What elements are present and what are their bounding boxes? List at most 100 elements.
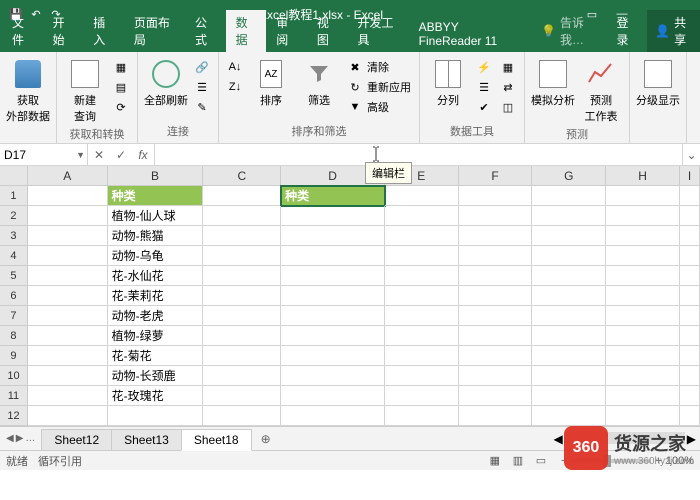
sort-desc-button[interactable]: Z↓ [225,78,245,96]
cell[interactable] [281,366,385,386]
cell[interactable] [459,326,533,346]
tab-data[interactable]: 数据 [226,10,267,52]
tab-home[interactable]: 开始 [43,10,84,52]
tab-insert[interactable]: 插入 [83,10,124,52]
cell[interactable]: 花-菊花 [108,346,204,366]
cell[interactable] [680,206,700,226]
cell[interactable]: 种类 [281,186,385,206]
cell[interactable] [385,226,459,246]
hscroll-track[interactable] [565,432,685,444]
remove-dup-button[interactable]: ☰ [474,78,494,96]
cell[interactable] [680,346,700,366]
reapply-button[interactable]: ↻重新应用 [345,78,413,96]
cell[interactable] [532,366,606,386]
cell[interactable] [28,246,108,266]
cell[interactable] [385,286,459,306]
cell[interactable] [203,326,281,346]
cell[interactable] [532,306,606,326]
share-button[interactable]: 👤共享 [647,10,700,52]
cell[interactable] [606,286,680,306]
cell[interactable] [532,206,606,226]
outline-button[interactable]: 分级显示 [636,58,680,108]
hscroll-left[interactable]: ◀ [554,432,563,446]
cell[interactable] [532,286,606,306]
row-header[interactable]: 1 [0,186,28,206]
cell[interactable] [203,246,281,266]
cell[interactable] [281,346,385,366]
col-header[interactable]: B [108,166,204,185]
cell[interactable] [459,286,533,306]
cell[interactable] [385,346,459,366]
cell[interactable] [385,326,459,346]
refresh-all-button[interactable]: 全部刷新 [144,58,188,108]
advanced-filter-button[interactable]: ▼高级 [345,98,413,116]
cell[interactable] [680,386,700,406]
recent-sources-button[interactable]: ⟳ [111,98,131,116]
cell[interactable] [28,386,108,406]
formula-input[interactable]: 编辑栏 [155,144,682,165]
cell[interactable] [28,346,108,366]
sort-button[interactable]: AZ 排序 [249,58,293,108]
cell[interactable] [680,366,700,386]
relations-button[interactable]: ⇄ [498,78,518,96]
new-query-button[interactable]: 新建 查询 [63,58,107,124]
login[interactable]: 登录 [607,10,648,52]
cell[interactable] [203,186,281,206]
row-header[interactable]: 10 [0,366,28,386]
cell[interactable] [281,306,385,326]
zoom-out-icon[interactable]: − [561,455,567,467]
select-all-corner[interactable] [0,166,28,185]
cell[interactable] [203,266,281,286]
cell[interactable] [385,246,459,266]
cell[interactable] [28,306,108,326]
cell[interactable] [459,306,533,326]
col-header[interactable]: I [680,166,700,185]
manage-model-button[interactable]: ◫ [498,98,518,116]
page-layout-icon[interactable]: ▥ [508,454,528,467]
cell[interactable] [459,386,533,406]
zoom-in-icon[interactable]: + [655,455,661,467]
cell[interactable] [28,326,108,346]
cell[interactable] [281,226,385,246]
cell[interactable] [680,306,700,326]
cell[interactable] [532,226,606,246]
data-valid-button[interactable]: ✔ [474,98,494,116]
cell[interactable] [459,206,533,226]
cell[interactable] [28,366,108,386]
tab-view[interactable]: 视图 [307,10,348,52]
cell[interactable] [108,406,204,426]
cell[interactable] [532,406,606,426]
sheet-nav-prev[interactable]: ◀ [6,433,14,444]
whatif-button[interactable]: 模拟分析 [531,58,575,108]
cell[interactable] [281,406,385,426]
cell[interactable] [281,246,385,266]
cell[interactable] [606,326,680,346]
cell[interactable] [680,246,700,266]
tell-me[interactable]: 💡告诉我… [533,10,606,52]
tab-file[interactable]: 文件 [2,10,43,52]
sheet-tab[interactable]: Sheet18 [181,429,252,451]
row-header[interactable]: 7 [0,306,28,326]
cell[interactable] [28,226,108,246]
cancel-icon[interactable]: ✕ [88,148,110,162]
cell[interactable] [203,386,281,406]
cell[interactable] [203,346,281,366]
name-box[interactable]: D17 ▼ [0,144,88,165]
cell[interactable] [680,286,700,306]
row-header[interactable]: 3 [0,226,28,246]
cell[interactable] [281,326,385,346]
properties-button[interactable]: ☰ [192,78,212,96]
cell[interactable] [28,206,108,226]
cell[interactable] [680,326,700,346]
row-header[interactable]: 6 [0,286,28,306]
cell[interactable]: 动物-熊猫 [108,226,204,246]
enter-icon[interactable]: ✓ [110,148,132,162]
cell[interactable] [385,366,459,386]
row-header[interactable]: 12 [0,406,28,426]
col-header[interactable]: G [532,166,606,185]
cell[interactable] [459,246,533,266]
cell[interactable]: 花-玫瑰花 [108,386,204,406]
cell[interactable] [203,226,281,246]
from-table-button[interactable]: ▤ [111,78,131,96]
cell[interactable] [532,186,606,206]
